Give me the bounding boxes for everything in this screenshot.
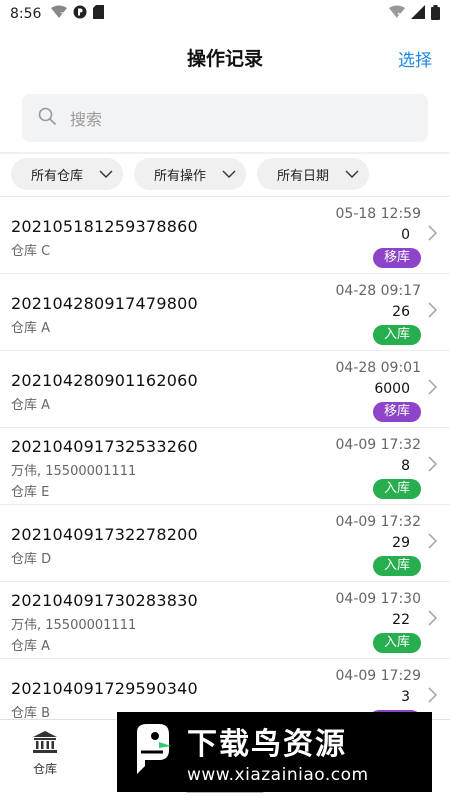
record-time: 04-28 09:01 [335,360,421,376]
status-badge: 入库 [372,479,421,499]
filter-label: 所有操作 [154,168,207,184]
list-item[interactable]: 202104091730283830 万伟, 15500001111 仓库 A … [0,582,450,659]
status-badge: 入库 [372,325,421,345]
list-item[interactable]: 202104280917479800 仓库 A 04-28 09:17 26 入… [0,274,450,351]
battery-icon [431,4,440,24]
chevron-right-icon [428,456,438,476]
filter-label: 所有仓库 [31,168,84,184]
record-time: 04-09 17:30 [335,591,421,607]
watermark-text: 下载鸟资源 www.xiazainiao.com [187,719,369,785]
record-detail: 仓库 A [11,321,51,336]
filter-warehouse[interactable]: 所有仓库 [11,158,124,190]
record-qty: 8 [401,458,410,474]
divider [0,152,450,154]
status-badge: 入库 [372,556,421,576]
record-time: 04-09 17:32 [335,437,421,453]
status-badge: 移库 [372,248,421,268]
signal-icon [411,5,425,23]
watermark-url: www.xiazainiao.com [187,765,369,785]
record-time: 04-09 17:32 [335,514,421,530]
chevron-down-icon [222,167,236,182]
record-contact: 万伟, 15500001111 [11,464,137,479]
record-qty: 0 [401,227,410,243]
filter-label: 所有日期 [277,168,330,184]
page-title: 操作记录 [186,47,263,70]
status-left-icons: ? [51,5,105,23]
list-item[interactable]: 202105181259378860 仓库 C 05-18 12:59 0 移库 [0,197,450,274]
chevron-right-icon [428,687,438,707]
record-detail: 仓库 D [11,552,52,567]
watermark-title: 下载鸟资源 [187,727,347,762]
record-code: 202104091730283830 [11,591,198,610]
search-icon [38,107,56,129]
sd-card-icon [93,5,105,23]
chevron-right-icon [428,225,438,245]
svg-text:?: ? [60,11,64,19]
status-time: 8:56 [10,6,42,22]
record-qty: 3 [401,689,410,705]
record-code: 202104280901162060 [11,371,198,390]
chevron-right-icon [428,302,438,322]
record-warehouse: 仓库 A [11,639,51,654]
record-detail: 仓库 A [11,398,51,413]
list-item[interactable]: 202104091729590340 仓库 B 04-09 17:29 3 [0,659,450,719]
record-code: 202104091732278200 [11,525,198,544]
list-item[interactable]: 202104091732533260 万伟, 15500001111 仓库 E … [0,428,450,505]
record-time: 04-09 17:29 [335,668,421,684]
record-qty: 6000 [374,381,410,397]
status-bar: 8:56 ? [0,0,450,28]
wifi-x-icon [389,5,405,23]
chevron-right-icon [428,379,438,399]
select-button[interactable]: 选择 [398,46,432,71]
record-time: 05-18 12:59 [335,206,421,222]
bank-icon [32,731,58,758]
filter-date[interactable]: 所有日期 [257,158,370,190]
record-list: 202105181259378860 仓库 C 05-18 12:59 0 移库… [0,197,450,719]
search-placeholder: 搜索 [70,110,103,129]
record-detail: 仓库 C [11,244,51,259]
list-item[interactable]: 202104280901162060 仓库 A 04-28 09:01 6000… [0,351,450,428]
tab-warehouse[interactable]: 仓库 [22,730,68,777]
record-code: 202104091732533260 [11,437,198,456]
search-input[interactable]: 搜索 [22,94,428,142]
record-qty: 26 [392,304,410,320]
record-code: 202104091729590340 [11,679,198,698]
record-qty: 22 [392,612,410,628]
wifi-question-icon: ? [51,5,68,23]
record-contact: 万伟, 15500001111 [11,618,137,633]
list-item[interactable]: 202104091732278200 仓库 D 04-09 17:32 29 入… [0,505,450,582]
record-code: 202105181259378860 [11,217,198,236]
chevron-right-icon [428,610,438,630]
circle-p-icon [73,5,87,23]
chevron-down-icon [345,167,359,182]
app-header: 操作记录 选择 [0,28,450,86]
status-right-icons [389,4,440,24]
record-warehouse: 仓库 E [11,485,50,500]
filter-operation[interactable]: 所有操作 [134,158,247,190]
record-code: 202104280917479800 [11,294,198,313]
tab-label: 仓库 [32,762,57,776]
status-badge: 移库 [372,402,421,422]
record-detail: 仓库 B [11,706,51,719]
bird-logo-icon [131,722,175,782]
watermark-banner: 下载鸟资源 www.xiazainiao.com [117,712,432,792]
filter-bar: 所有仓库 所有操作 所有日期 [0,158,450,194]
record-qty: 29 [392,535,410,551]
status-badge: 入库 [372,633,421,653]
chevron-right-icon [428,533,438,553]
chevron-down-icon [99,167,113,182]
record-time: 04-28 09:17 [335,283,421,299]
